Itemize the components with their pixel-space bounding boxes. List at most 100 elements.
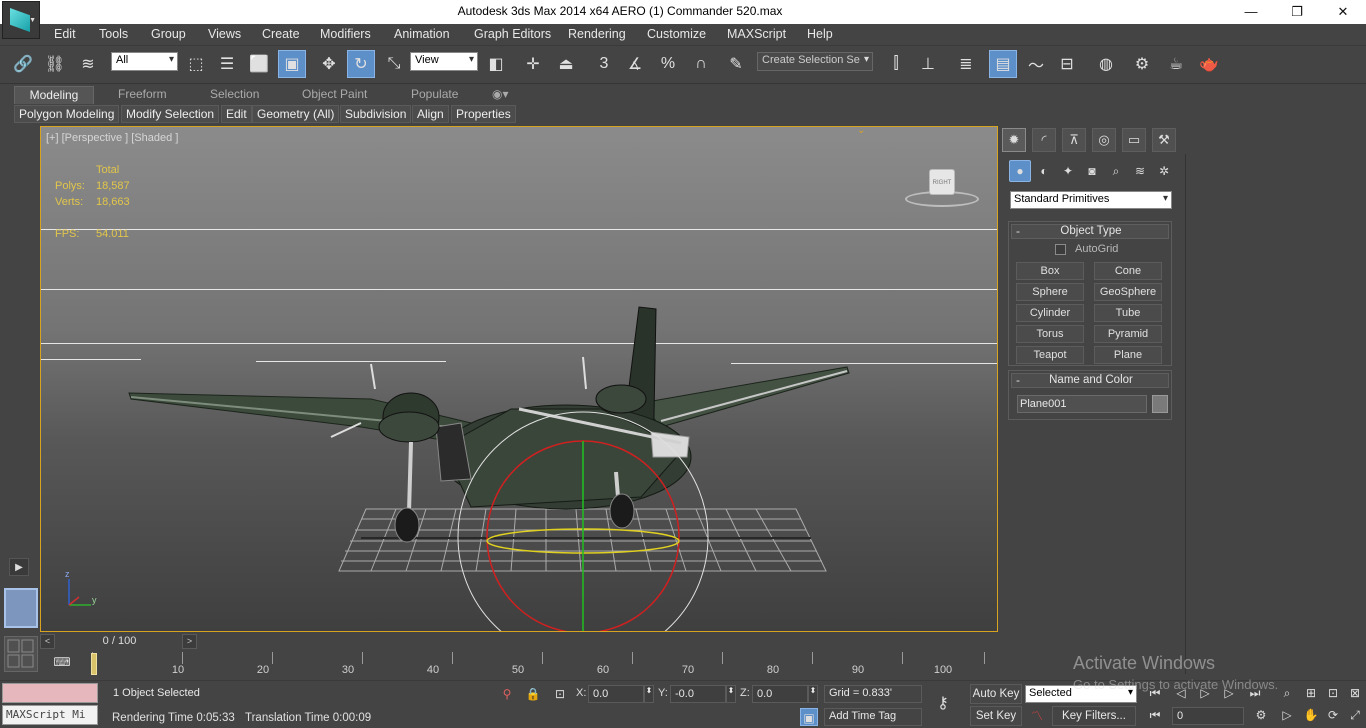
geosphere-button[interactable]: GeoSphere	[1094, 283, 1162, 301]
select-and-link-icon[interactable]: 🔗	[9, 50, 37, 78]
utilities-tab-icon[interactable]: ⚒	[1152, 128, 1176, 152]
cameras-icon[interactable]: ◙	[1081, 160, 1103, 182]
absolute-mode-icon[interactable]: ⊡	[551, 685, 569, 703]
rectangular-selection-icon[interactable]: ⬜	[245, 50, 273, 78]
tab-populate[interactable]: Populate	[405, 86, 464, 104]
pan-view-icon[interactable]: ✋	[1300, 705, 1322, 725]
ribbon-properties[interactable]: Properties	[451, 105, 516, 123]
key-filters-button[interactable]: Key Filters...	[1052, 706, 1136, 726]
select-and-rotate-icon[interactable]: ↻	[347, 50, 375, 78]
curve-editor-icon[interactable]: 〜	[1022, 50, 1050, 78]
ribbon-edit[interactable]: Edit	[221, 105, 252, 123]
render-production-icon[interactable]: 🫖	[1195, 50, 1223, 78]
schematic-view-icon[interactable]: ⊟	[1053, 50, 1081, 78]
window-crossing-icon[interactable]: ▣	[278, 50, 306, 78]
selection-lock-icon[interactable]: 🔒	[524, 685, 542, 703]
set-key-mode-icon[interactable]: ⚷	[934, 695, 952, 713]
ribbon-align[interactable]: Align	[412, 105, 449, 123]
ribbon-polygon-modeling[interactable]: Polygon Modeling	[14, 105, 120, 123]
menu-help[interactable]: Help	[807, 27, 833, 41]
viewport-layout-quad[interactable]	[4, 636, 38, 672]
zoom-icon[interactable]: ⌕	[1276, 683, 1298, 703]
maximize-viewport-icon[interactable]: ⤢	[1344, 705, 1366, 725]
tab-selection[interactable]: Selection	[204, 86, 265, 104]
menu-rendering[interactable]: Rendering	[568, 27, 626, 41]
plane-button[interactable]: Plane	[1094, 346, 1162, 364]
graphite-toolset-icon[interactable]: ▤	[989, 50, 1017, 78]
shapes-icon[interactable]: ◐	[1033, 160, 1055, 182]
frame-ruler[interactable]: 10 20 30 40 50 60 70 80 90 100	[92, 652, 996, 676]
zoom-all-icon[interactable]: ⊞	[1300, 683, 1322, 703]
unlink-selection-icon[interactable]: ⛓	[41, 50, 69, 78]
lights-icon[interactable]: ✦	[1057, 160, 1079, 182]
maxscript-mini-listener[interactable]: MAXScript Mi	[2, 705, 98, 725]
menu-maxscript[interactable]: MAXScript	[727, 27, 786, 41]
current-frame-input[interactable]	[1172, 707, 1244, 725]
mirror-icon[interactable]: ⫿	[882, 50, 910, 78]
ribbon-subdivision[interactable]: Subdivision	[340, 105, 412, 123]
tube-button[interactable]: Tube	[1094, 304, 1162, 322]
open-mini-curve-editor-icon[interactable]: ⌨	[52, 655, 72, 673]
box-button[interactable]: Box	[1016, 262, 1084, 280]
tab-modeling[interactable]: Modeling	[14, 86, 94, 104]
name-color-rollout-header[interactable]: - Name and Color	[1011, 373, 1169, 388]
selection-filter-dropdown[interactable]: All ▾	[111, 52, 178, 71]
time-tag-icon[interactable]: ▣	[800, 708, 818, 726]
create-tab-icon[interactable]: ✹	[1002, 128, 1026, 152]
field-of-view-icon[interactable]: ▷	[1276, 705, 1298, 725]
viewport-layout-active[interactable]	[4, 588, 38, 628]
menu-tools[interactable]: Tools	[99, 27, 128, 41]
teapot-button[interactable]: Teapot	[1016, 346, 1084, 364]
tab-object-paint[interactable]: Object Paint	[296, 86, 373, 104]
track-bar[interactable]: ⌨ 10 20 30 40 50 60 70 80 90 100	[40, 652, 998, 678]
angle-snap-icon[interactable]: ∡	[621, 50, 649, 78]
spinner-snap-icon[interactable]: ∩	[687, 50, 715, 78]
x-coordinate-input[interactable]	[588, 685, 644, 703]
time-slider[interactable]: < 0 / 100 >	[40, 633, 998, 650]
object-type-rollout-header[interactable]: - Object Type	[1011, 224, 1169, 239]
orbit-icon[interactable]: ⟳	[1322, 705, 1344, 725]
rendered-frame-window-icon[interactable]: ☕	[1162, 50, 1190, 78]
set-key-button[interactable]: Set Key	[970, 706, 1022, 726]
cylinder-button[interactable]: Cylinder	[1016, 304, 1084, 322]
menu-views[interactable]: Views	[208, 27, 241, 41]
perspective-viewport[interactable]: [+] [Perspective ] [Shaded ] ⌄ Total Pol…	[40, 126, 998, 632]
render-setup-icon[interactable]: ⚙	[1128, 50, 1156, 78]
edit-named-selection-icon[interactable]: ✎	[722, 50, 750, 78]
keyboard-shortcut-override-icon[interactable]: ⏏	[552, 50, 580, 78]
maximize-button[interactable]: ❐	[1274, 0, 1320, 24]
time-configuration-icon[interactable]: ⚙	[1250, 705, 1272, 725]
application-button[interactable]: ▼	[2, 1, 40, 39]
bind-to-space-warp-icon[interactable]: ≋	[74, 50, 102, 78]
named-selection-set-dropdown[interactable]: Create Selection Se ▾	[757, 52, 873, 71]
auto-key-button[interactable]: Auto Key	[970, 684, 1022, 704]
menu-animation[interactable]: Animation	[394, 27, 450, 41]
select-by-name-icon[interactable]: ☰	[213, 50, 241, 78]
geometry-icon[interactable]: ●	[1009, 160, 1031, 182]
manipulate-icon[interactable]: ✛	[519, 50, 547, 78]
key-mode-toggle-icon[interactable]: ⏮	[1144, 705, 1166, 725]
select-object-icon[interactable]: ⬚	[182, 50, 210, 78]
reference-coordinate-dropdown[interactable]: View ▾	[410, 52, 478, 71]
pivot-center-icon[interactable]: ◧	[482, 50, 510, 78]
modify-tab-icon[interactable]: ◜	[1032, 128, 1056, 152]
helpers-icon[interactable]: ⌕	[1105, 160, 1127, 182]
time-slider-next-icon[interactable]: >	[182, 634, 197, 649]
menu-create[interactable]: Create	[262, 27, 300, 41]
select-and-move-icon[interactable]: ✥	[315, 50, 343, 78]
motion-tab-icon[interactable]: ◎	[1092, 128, 1116, 152]
object-color-swatch[interactable]	[1152, 395, 1168, 413]
percent-snap-icon[interactable]: %	[654, 50, 682, 78]
time-slider-prev-icon[interactable]: <	[40, 634, 55, 649]
primitive-type-dropdown[interactable]: Standard Primitives ▾	[1010, 191, 1172, 209]
minimize-button[interactable]: —	[1228, 0, 1274, 24]
ribbon-options-icon[interactable]: ◉▾	[486, 86, 515, 104]
material-editor-icon[interactable]: ◍	[1092, 50, 1120, 78]
isolate-selection-icon[interactable]: ⚲	[498, 685, 516, 703]
menu-group[interactable]: Group	[151, 27, 186, 41]
cone-button[interactable]: Cone	[1094, 262, 1162, 280]
torus-button[interactable]: Torus	[1016, 325, 1084, 343]
menu-modifiers[interactable]: Modifiers	[320, 27, 371, 41]
current-frame-marker[interactable]	[91, 653, 97, 675]
autogrid-checkbox[interactable]	[1055, 244, 1066, 255]
